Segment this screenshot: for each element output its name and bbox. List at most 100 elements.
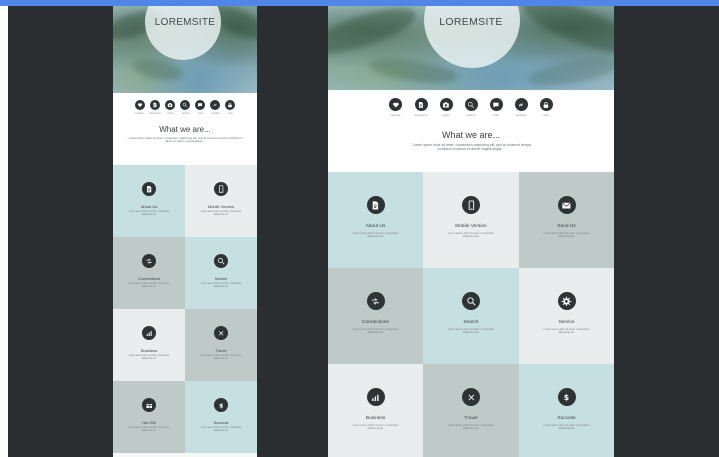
nav-icon-caption: search xyxy=(181,112,190,115)
service-label: Mobile Version xyxy=(455,224,487,229)
intro-subline: " Lorem ipsum dolor sit amet, consectetu… xyxy=(410,143,532,152)
nav-icon-item[interactable]: photo xyxy=(165,100,176,115)
nav-icon-item[interactable]: photo xyxy=(439,98,453,117)
chart-icon xyxy=(142,326,156,340)
service-label: Success xyxy=(557,416,576,421)
service-label: Travel xyxy=(464,416,478,421)
chat-icon xyxy=(489,98,503,111)
document-icon xyxy=(414,98,428,111)
dollar-icon: $ xyxy=(557,388,576,406)
intro-headline: What we are... xyxy=(441,130,501,140)
service-tile-business[interactable]: Business Lorem ipsum dolor sit amet, cons… xyxy=(328,364,423,457)
service-tile-search[interactable]: Search Lorem ipsum dolor sit amet, consec… xyxy=(423,268,519,364)
desktop-page-mockup: LOREMSITE favorite document photo search cha… xyxy=(328,6,614,457)
search-icon xyxy=(180,100,191,110)
heart-icon xyxy=(134,100,145,110)
nav-icon-item[interactable]: search xyxy=(464,98,478,117)
service-description: Lorem ipsum dolor sit amet, consectetur … xyxy=(447,424,495,431)
service-label: Connections xyxy=(137,276,161,281)
nav-icon-item[interactable]: website xyxy=(514,98,528,117)
service-label: Travel xyxy=(215,348,227,353)
nav-icon-item[interactable]: document xyxy=(414,98,428,117)
document-icon xyxy=(149,100,160,110)
service-label: Hot Gift xyxy=(142,420,156,425)
service-tile-send-us[interactable]: Send Us Lorem ipsum dolor sit amet, conse… xyxy=(519,172,614,268)
nav-icon-item[interactable]: favorite xyxy=(134,100,145,115)
dollar-icon: $ xyxy=(214,398,228,412)
service-label: Connections xyxy=(362,320,389,325)
service-tile-success[interactable]: $ Success Lorem ipsum dolor sit amet, cons… xyxy=(185,381,257,453)
service-tile-mobile-version[interactable]: Mobile Version Lorem ipsum dolor sit amet… xyxy=(423,172,519,268)
intro-section: favorite document photo search chat website lo… xyxy=(328,90,614,172)
service-tile-mobile-version[interactable]: Mobile Version Lorem ipsum dolor sit amet… xyxy=(185,165,257,237)
service-label: Business xyxy=(140,348,158,353)
nav-icon-caption: favorite xyxy=(135,112,144,115)
service-tile-travel[interactable]: Travel Lorem ipsum dolor sit amet, consec… xyxy=(423,364,519,457)
svg-text:$: $ xyxy=(219,402,223,409)
nav-icon-caption: website xyxy=(211,112,220,115)
nav-icon-caption: photo xyxy=(167,112,174,115)
nav-icon-item[interactable]: lock xyxy=(225,100,236,115)
service-tile-service[interactable]: Service Lorem ipsum dolor sit amet, conse… xyxy=(519,268,614,364)
presentation-stage: LOREMSITE favorite document photo search cha… xyxy=(8,6,719,457)
service-label: Business xyxy=(365,416,386,421)
service-description: Lorem ipsum dolor sit amet, consectetur … xyxy=(447,232,495,239)
service-tile-search[interactable]: Search Lorem ipsum dolor sit amet, consec… xyxy=(185,237,257,309)
nav-icon-item[interactable]: chat xyxy=(195,100,206,115)
nav-icon-item[interactable]: favorite xyxy=(389,98,403,117)
service-tile-about-us[interactable]: About Us Lorem ipsum dolor sit amet, cons… xyxy=(328,172,423,268)
mobile-icon xyxy=(214,182,228,196)
service-description: Lorem ipsum dolor sit amet, consectetur … xyxy=(128,427,170,432)
nav-icon-item[interactable]: document xyxy=(149,100,161,115)
services-grid: About Us Lorem ipsum dolor sit amet, cons… xyxy=(328,172,614,457)
service-tile-business[interactable]: Business Lorem ipsum dolor sit amet, cons… xyxy=(113,309,185,381)
service-description: Lorem ipsum dolor sit amet, consectetur … xyxy=(200,283,242,288)
service-description: Lorem ipsum dolor sit amet, consectetur … xyxy=(128,355,170,360)
service-tile-about-us[interactable]: About Us Lorem ipsum dolor sit amet, cons… xyxy=(113,165,185,237)
gear-icon xyxy=(557,292,576,310)
link-icon xyxy=(210,100,221,110)
service-description: Lorem ipsum dolor sit amet, consectetur … xyxy=(543,328,590,335)
intro-section: favorite document photo search chat website lo… xyxy=(113,93,257,165)
service-label: Search xyxy=(214,276,228,281)
service-description: Lorem ipsum dolor sit amet, consectetur … xyxy=(200,427,242,432)
service-tile-hot-gift[interactable]: Hot Gift Lorem ipsum dolor sit amet, cons… xyxy=(113,381,185,453)
mail-icon xyxy=(557,196,576,214)
connections-icon xyxy=(366,292,385,310)
service-description: Lorem ipsum dolor sit amet, consectetur … xyxy=(447,328,495,335)
camera-icon xyxy=(439,98,453,111)
nav-icon-caption: website xyxy=(516,113,527,117)
site-title: LOREMSITE xyxy=(154,17,216,28)
search-icon xyxy=(462,292,480,310)
service-description: Lorem ipsum dolor sit amet, consectetur … xyxy=(200,211,242,216)
service-tile-connections[interactable]: Connections Lorem ipsum dolor sit amet, c… xyxy=(328,268,423,364)
nav-icon-caption: lock xyxy=(543,113,549,117)
chat-icon xyxy=(195,100,206,110)
service-label: Mobile Version xyxy=(207,204,235,209)
intro-subline: " Lorem ipsum dolor sit amet, consectetu… xyxy=(127,136,243,144)
gift-icon xyxy=(142,398,156,412)
service-description: Lorem ipsum dolor sit amet, consectetur … xyxy=(128,283,170,288)
nav-icon-caption: lock xyxy=(228,112,233,115)
service-description: Lorem ipsum dolor sit amet, consectetur … xyxy=(352,424,399,431)
service-tile-travel[interactable]: Travel Lorem ipsum dolor sit amet, consec… xyxy=(185,309,257,381)
nav-icon-item[interactable]: website xyxy=(210,100,221,115)
service-description: Lorem ipsum dolor sit amet, consectetur … xyxy=(352,328,399,335)
service-description: Lorem ipsum dolor sit amet, consectetur … xyxy=(543,232,590,239)
hero-banner: LOREMSITE xyxy=(113,6,257,93)
document-icon xyxy=(142,182,156,196)
hero-banner: LOREMSITE xyxy=(328,6,614,90)
nav-icon-row: favorite document photo search chat website lo… xyxy=(113,100,257,115)
service-tile-connections[interactable]: Connections Lorem ipsum dolor sit amet, c… xyxy=(113,237,185,309)
nav-icon-item[interactable]: chat xyxy=(489,98,503,117)
chart-icon xyxy=(366,388,385,406)
nav-icon-item[interactable]: search xyxy=(180,100,191,115)
service-tile-success[interactable]: $ Success Lorem ipsum dolor sit amet, cons… xyxy=(519,364,614,457)
nav-icon-caption: document xyxy=(149,112,161,115)
nav-icon-item[interactable]: lock xyxy=(539,98,553,117)
nav-icon-caption: photo xyxy=(442,113,450,117)
mobile-icon xyxy=(462,196,480,214)
nav-icon-caption: chat xyxy=(198,112,203,115)
connections-icon xyxy=(142,254,156,268)
nav-icon-caption: search xyxy=(466,113,476,117)
